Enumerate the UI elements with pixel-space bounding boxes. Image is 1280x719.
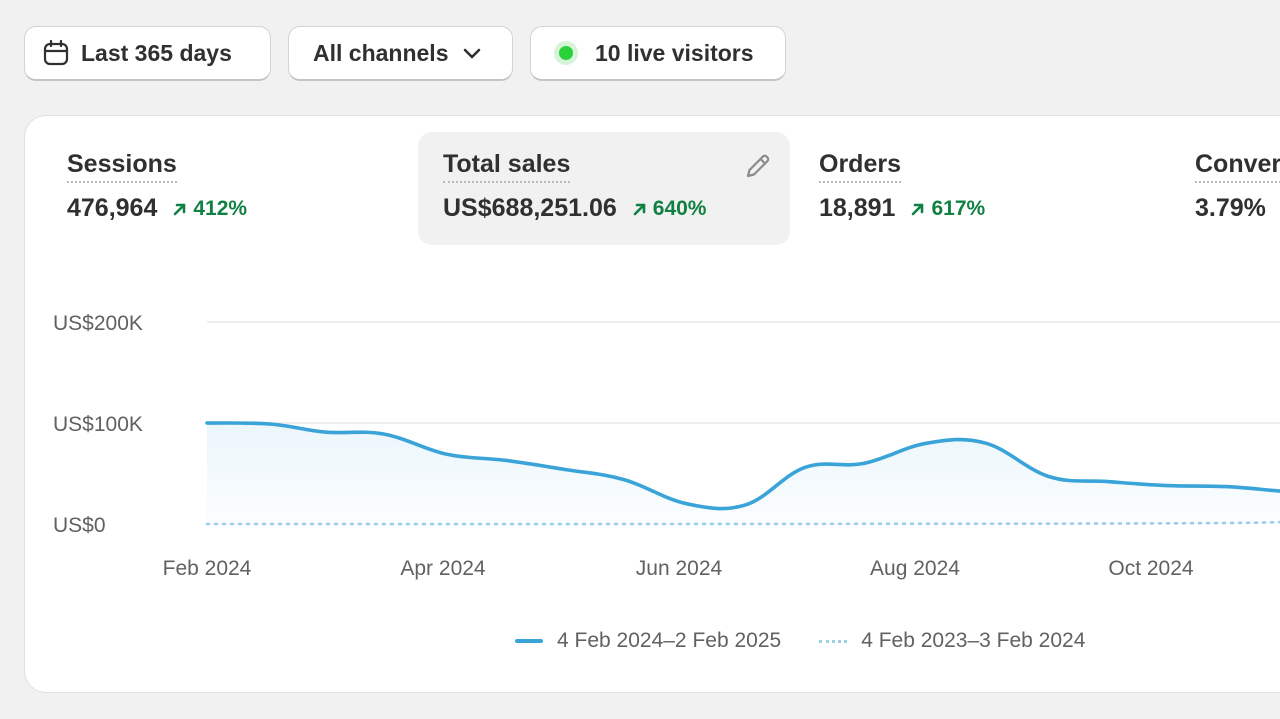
sales-line-chart: US$200K US$100K US$0 Feb 2024 Apr 2024 Jun 20… bbox=[53, 312, 1280, 580]
x-tick-label: Jun 2024 bbox=[636, 557, 723, 580]
date-range-label: Last 365 days bbox=[81, 39, 232, 66]
legend-label: 4 Feb 2024–2 Feb 2025 bbox=[557, 629, 782, 652]
series-area-current bbox=[207, 422, 1280, 524]
x-tick-label: Apr 2024 bbox=[400, 557, 486, 580]
x-tick-label: Aug 2024 bbox=[870, 557, 960, 580]
legend-label: 4 Feb 2023–3 Feb 2024 bbox=[861, 629, 1086, 652]
legend-swatch-dotted bbox=[819, 639, 848, 643]
live-visitors-button[interactable]: 10 live visitors bbox=[530, 26, 786, 81]
date-range-button[interactable]: Last 365 days bbox=[24, 26, 271, 81]
live-visitors-label: 10 live visitors bbox=[595, 39, 754, 66]
chevron-down-icon bbox=[462, 46, 482, 60]
legend-item-current[interactable]: 4 Feb 2024–2 Feb 2025 bbox=[515, 629, 781, 653]
x-tick-label: Oct 2024 bbox=[1108, 557, 1194, 580]
x-tick-label: Feb 2024 bbox=[163, 557, 252, 580]
chart-legend: 4 Feb 2024–2 Feb 2025 4 Feb 2023–3 Feb 2… bbox=[515, 629, 1085, 653]
y-tick-label: US$100K bbox=[53, 413, 143, 436]
channels-label: All channels bbox=[313, 39, 449, 66]
channels-dropdown[interactable]: All channels bbox=[288, 26, 513, 81]
calendar-icon bbox=[43, 40, 69, 66]
analytics-card: Sessions 476,964 412% Total sales US$688… bbox=[24, 115, 1280, 693]
live-status-dot bbox=[559, 46, 573, 60]
legend-swatch-solid bbox=[515, 639, 543, 643]
y-tick-label: US$0 bbox=[53, 514, 106, 537]
legend-item-previous[interactable]: 4 Feb 2023–3 Feb 2024 bbox=[819, 629, 1085, 653]
y-tick-label: US$200K bbox=[53, 312, 143, 335]
